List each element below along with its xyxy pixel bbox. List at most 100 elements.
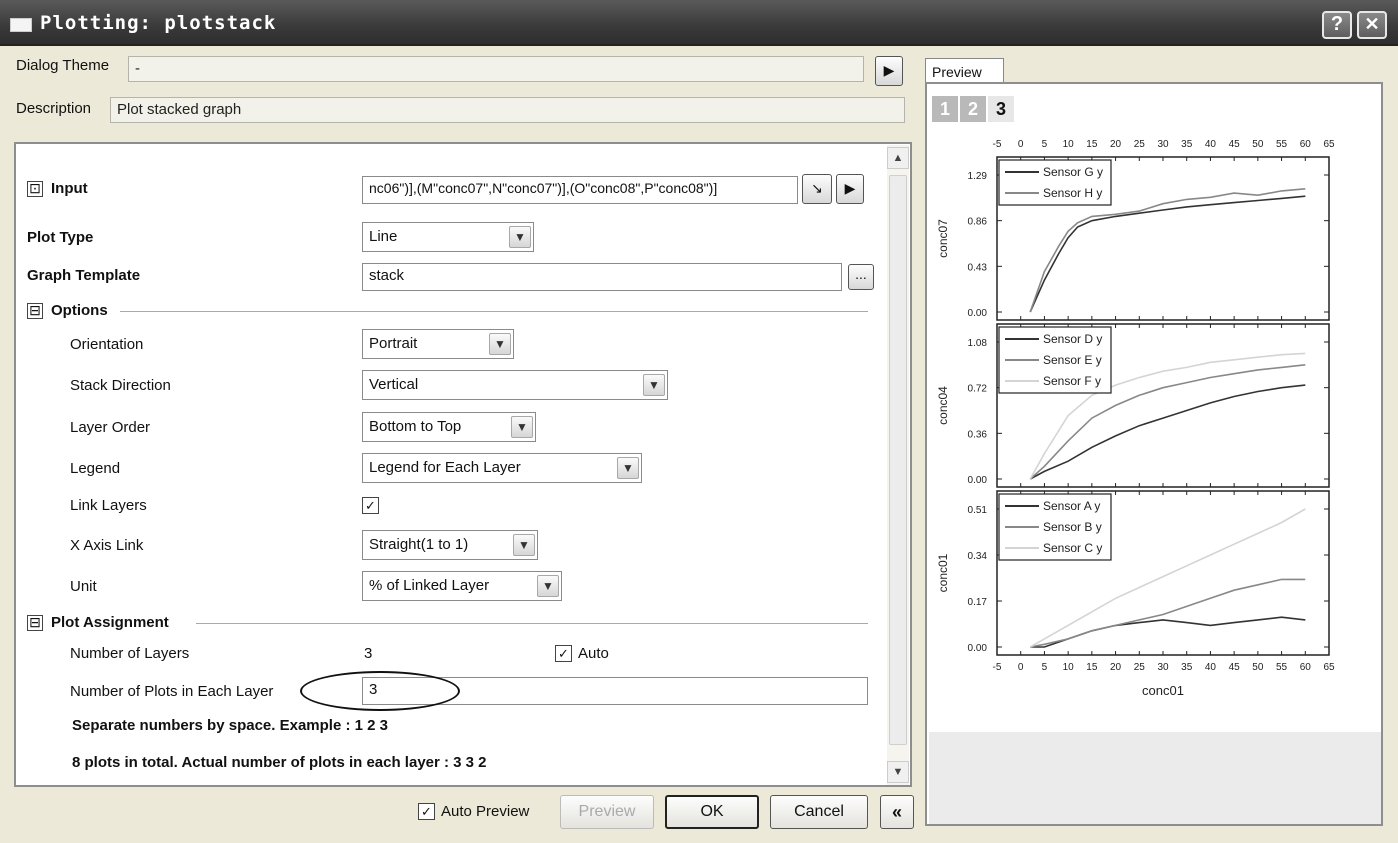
preview-pane: 1 2 3 -5 0 5 10 15 20 25 30 35 40 45 50 55 60 65 1.29 0.…	[925, 82, 1383, 826]
panel-scrollbar[interactable]: ▲ ▼	[887, 145, 909, 785]
chevron-down-icon[interactable]: ▼	[643, 374, 665, 396]
x-axis-link-value: Straight(1 to 1)	[369, 536, 469, 553]
options-collapse-icon[interactable]: ⊟	[27, 303, 43, 319]
browse-template-button[interactable]: ...	[848, 264, 874, 290]
plot-type-label: Plot Type	[27, 229, 94, 246]
x-tick-label-top: 15	[1086, 139, 1098, 150]
auto-label: Auto	[578, 645, 609, 662]
graph-template-label: Graph Template	[27, 267, 141, 284]
input-field[interactable]: nc06")],(M"conc07",N"conc07")],(O"conc08…	[362, 176, 798, 204]
unit-label: Unit	[70, 578, 97, 595]
stack-direction-dropdown[interactable]: Vertical ▼	[362, 370, 668, 400]
options-section-title: Options	[51, 302, 108, 319]
chevron-down-icon[interactable]: ▼	[511, 416, 533, 438]
x-tick-label-bottom: 45	[1229, 662, 1241, 673]
x-axis-link-label: X Axis Link	[70, 537, 144, 554]
x-tick-label-bottom: -5	[993, 662, 1002, 673]
x-tick-label-bottom: 20	[1110, 662, 1122, 673]
cancel-button[interactable]: Cancel	[770, 795, 868, 829]
unit-dropdown[interactable]: % of Linked Layer ▼	[362, 571, 562, 601]
legend-entry: Sensor E y	[1043, 353, 1102, 367]
tab-preview[interactable]: Preview	[925, 58, 1004, 84]
options-divider	[120, 311, 868, 312]
legend-label: Legend	[70, 460, 121, 477]
select-range-button[interactable]: ↘	[802, 174, 832, 204]
x-tick-label-bottom: 50	[1252, 662, 1264, 673]
layer-tab-2[interactable]: 2	[960, 96, 986, 122]
x-axis-label: conc01	[1142, 683, 1184, 698]
x-tick-label-top: 25	[1134, 139, 1146, 150]
x-tick-label-bottom: 10	[1063, 662, 1075, 673]
chevron-down-icon[interactable]: ▼	[617, 457, 639, 479]
input-menu-button[interactable]: ▶	[836, 174, 864, 204]
chevron-down-icon[interactable]: ▼	[537, 575, 559, 597]
scroll-up-icon[interactable]: ▲	[887, 147, 909, 169]
x-tick-label-bottom: 15	[1086, 662, 1098, 673]
dialog-theme-label: Dialog Theme	[16, 57, 110, 74]
legend-entry: Sensor F y	[1043, 374, 1101, 388]
unit-value: % of Linked Layer	[369, 577, 490, 594]
legend-entry: Sensor B y	[1043, 520, 1102, 534]
x-tick-label-top: 20	[1110, 139, 1122, 150]
collapse-preview-button[interactable]: «	[880, 795, 914, 829]
x-tick-label-bottom: 55	[1276, 662, 1288, 673]
plot-type-value: Line	[369, 228, 398, 245]
ok-button[interactable]: OK	[665, 795, 759, 829]
scroll-thumb[interactable]	[889, 175, 907, 745]
orientation-dropdown[interactable]: Portrait ▼	[362, 329, 514, 359]
plot-type-dropdown[interactable]: Line ▼	[362, 222, 534, 252]
legend-entry: Sensor D y	[1043, 332, 1102, 346]
x-tick-label-bottom: 0	[1018, 662, 1024, 673]
y-tick-label: 0.51	[968, 505, 988, 516]
x-tick-label-bottom: 65	[1323, 662, 1335, 673]
dialog-theme-field[interactable]: -	[128, 56, 864, 82]
close-button[interactable]: ✕	[1357, 11, 1387, 39]
auto-preview-label: Auto Preview	[441, 803, 530, 820]
x-tick-label-top: 45	[1229, 139, 1241, 150]
stack-direction-value: Vertical	[369, 376, 419, 393]
help-button[interactable]: ?	[1322, 11, 1352, 39]
y-tick-label: 0.17	[968, 597, 988, 608]
layer-tab-1[interactable]: 1	[932, 96, 958, 122]
graph-template-field[interactable]: stack	[362, 263, 842, 291]
chevron-down-icon[interactable]: ▼	[509, 226, 531, 248]
orientation-value: Portrait	[369, 335, 418, 352]
num-layers-label: Number of Layers	[70, 645, 190, 662]
legend-entry: Sensor A y	[1043, 499, 1100, 513]
y-tick-label: 0.00	[968, 475, 988, 486]
preview-info-area	[929, 732, 1381, 824]
legend-entry: Sensor C y	[1043, 541, 1102, 555]
orientation-label: Orientation	[70, 336, 144, 353]
layer-tab-3[interactable]: 3	[988, 96, 1014, 122]
chevron-down-icon[interactable]: ▼	[513, 534, 535, 556]
legend-value: Legend for Each Layer	[369, 459, 521, 476]
y-tick-label: 0.36	[968, 429, 988, 440]
x-tick-label-top: 65	[1323, 139, 1335, 150]
y-tick-label: 1.29	[968, 171, 988, 182]
scroll-down-icon[interactable]: ▼	[887, 761, 909, 783]
layer-order-dropdown[interactable]: Bottom to Top ▼	[362, 412, 536, 442]
y-tick-label: 0.72	[968, 384, 988, 395]
input-expand-icon[interactable]: ⊡	[27, 181, 43, 197]
x-tick-label-top: 60	[1300, 139, 1312, 150]
window-title: Plotting: plotstack	[40, 12, 277, 34]
link-layers-checkbox[interactable]: ✓	[362, 497, 379, 514]
preview-button[interactable]: Preview	[560, 795, 654, 829]
x-axis-link-dropdown[interactable]: Straight(1 to 1) ▼	[362, 530, 538, 560]
stack-direction-label: Stack Direction	[70, 377, 171, 394]
link-layers-label: Link Layers	[70, 497, 147, 514]
x-tick-label-top: 35	[1181, 139, 1193, 150]
summary-text: 8 plots in total. Actual number of plots…	[72, 754, 487, 771]
auto-preview-checkbox[interactable]: ✓	[418, 803, 435, 820]
theme-menu-button[interactable]: ▶	[875, 56, 903, 86]
x-tick-label-top: 10	[1063, 139, 1075, 150]
num-layers-value: 3	[364, 645, 373, 662]
window-icon	[10, 18, 32, 32]
legend-dropdown[interactable]: Legend for Each Layer ▼	[362, 453, 642, 483]
auto-layers-checkbox[interactable]: ✓	[555, 645, 572, 662]
chevron-down-icon[interactable]: ▼	[489, 333, 511, 355]
plot-assignment-divider	[196, 623, 868, 624]
plot-assignment-collapse-icon[interactable]: ⊟	[27, 615, 43, 631]
x-tick-label-top: 55	[1276, 139, 1288, 150]
x-tick-label-top: 40	[1205, 139, 1217, 150]
